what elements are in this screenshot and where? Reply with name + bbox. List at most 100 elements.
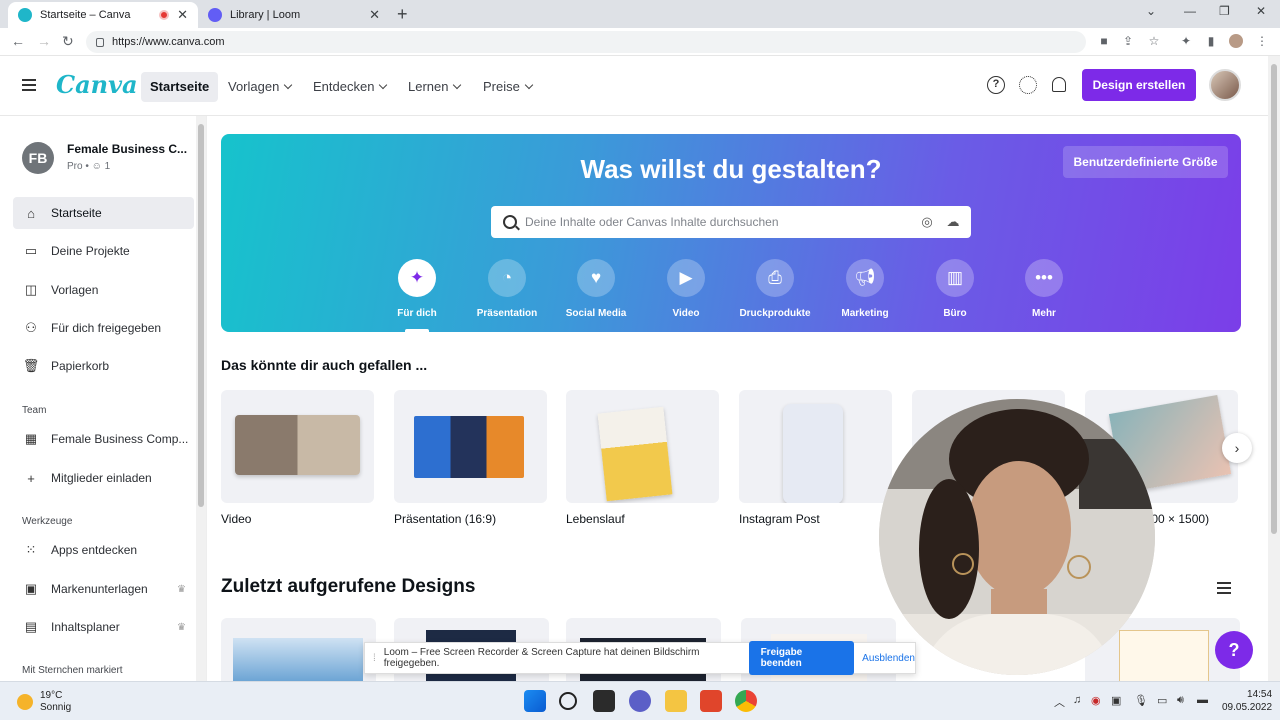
page-scrollbar[interactable] <box>1268 56 1280 681</box>
office-icon[interactable] <box>700 690 722 712</box>
hide-button[interactable]: Ausblenden <box>862 653 915 664</box>
tab-search-icon[interactable]: ⌄ <box>1146 4 1156 18</box>
reload-icon[interactable]: ↻ <box>62 33 74 50</box>
share-icon[interactable]: ⇪ <box>1121 34 1135 48</box>
camera-search-icon[interactable]: ◎ <box>919 215 935 229</box>
battery-icon[interactable]: ▬ <box>1197 694 1208 706</box>
category-label: Mehr <box>1032 308 1056 319</box>
suggestion-card-instagram[interactable] <box>739 390 892 503</box>
create-design-button[interactable]: Design erstellen <box>1082 69 1196 101</box>
teams-chat-icon[interactable] <box>629 690 651 712</box>
settings-gear-icon[interactable] <box>1019 76 1037 94</box>
tab-title: Library | Loom <box>230 9 301 21</box>
sidebar-item-invite[interactable]: + Mitglieder einladen <box>13 462 194 494</box>
crown-icon: ♛ <box>177 621 186 633</box>
new-tab-icon[interactable]: + <box>397 4 408 25</box>
team-avatar[interactable]: FB <box>22 142 54 174</box>
bookmark-star-icon[interactable]: ☆ <box>1147 34 1161 48</box>
sidebar-item-shared[interactable]: ⚇ Für dich freigegeben <box>13 312 194 344</box>
category-mehr[interactable]: ••• Mehr <box>999 259 1089 319</box>
sidebar-item-startseite[interactable]: ⌂ Startseite <box>13 197 194 229</box>
category-praesentation[interactable]: ◔ Präsentation <box>462 259 552 319</box>
category-video[interactable]: ▶ Video <box>641 259 731 319</box>
suggestion-card-resume[interactable] <box>566 390 719 503</box>
microphone-icon[interactable]: 🎙︎ <box>1134 694 1148 707</box>
suggestion-card-video[interactable] <box>221 390 374 503</box>
tab-loom[interactable]: Library | Loom ✕ <box>198 2 390 28</box>
scroll-thumb[interactable] <box>1271 64 1277 534</box>
carousel-next-button[interactable]: › <box>1222 433 1252 463</box>
display-icon[interactable]: ▭ <box>1157 694 1167 707</box>
start-windows-icon[interactable] <box>524 690 546 712</box>
nav-startseite[interactable]: Startseite <box>141 72 219 102</box>
search-icon[interactable] <box>559 692 577 710</box>
system-clock[interactable]: 14:54 09.05.2022 <box>1222 688 1272 714</box>
nav-vorlagen[interactable]: Vorlagen <box>219 72 300 102</box>
weather-widget[interactable]: 19°C Sonnig <box>17 690 71 714</box>
sidebar-item-apps[interactable]: ⁙ Apps entdecken <box>13 534 194 566</box>
webcam-bubble[interactable] <box>879 399 1155 675</box>
back-icon[interactable]: ← <box>11 33 25 49</box>
close-tab-icon[interactable]: ✕ <box>177 7 188 23</box>
chrome-icon[interactable] <box>735 690 757 712</box>
menu-kebab-icon[interactable]: ⋮ <box>1255 34 1269 48</box>
category-marketing[interactable]: 📢︎ Marketing <box>820 259 910 319</box>
file-explorer-icon[interactable] <box>665 690 687 712</box>
camera-icon[interactable]: ■ <box>1097 34 1111 48</box>
category-druckprodukte[interactable]: ⎙ Druckprodukte <box>730 259 820 319</box>
volume-icon[interactable]: 🔊︎ <box>1177 694 1184 707</box>
search-bar[interactable]: ◎ ☁ <box>491 206 971 238</box>
url-field[interactable]: https://www.canva.com <box>86 31 1086 53</box>
task-view-icon[interactable] <box>593 690 615 712</box>
category-fuer-dich[interactable]: ✦ Für dich <box>372 259 462 332</box>
sidebar-item-vorlagen[interactable]: ◫ Vorlagen <box>13 274 194 306</box>
sidepanel-icon[interactable]: ▮ <box>1204 34 1218 48</box>
hamburger-menu-icon[interactable] <box>22 79 36 91</box>
stop-sharing-button[interactable]: Freigabe beenden <box>748 641 855 675</box>
user-avatar[interactable] <box>1209 69 1241 101</box>
sidebar-item-projekte[interactable]: ▭ Deine Projekte <box>13 235 194 267</box>
minimize-icon[interactable]: — <box>1184 4 1196 18</box>
sidebar-item-trash[interactable]: 🗑︎ Papierkorb <box>13 350 194 382</box>
sidebar-scrollbar[interactable] <box>196 116 206 681</box>
tab-canva[interactable]: Startseite – Canva ✕ <box>8 2 198 28</box>
nav-label: Vorlagen <box>228 79 280 94</box>
sidebar-item-planner[interactable]: ▤ Inhaltsplaner ♛ <box>13 611 194 643</box>
nav-preise[interactable]: Preise <box>474 72 541 102</box>
category-buero[interactable]: ▥ Büro <box>910 259 1000 319</box>
maximize-icon[interactable]: ❐ <box>1219 4 1230 18</box>
custom-size-button[interactable]: Benutzerdefinierte Größe <box>1063 146 1228 178</box>
nav-entdecken[interactable]: Entdecken <box>304 72 395 102</box>
scroll-thumb[interactable] <box>198 124 204 507</box>
suggestion-card-presentation[interactable] <box>394 390 547 503</box>
search-input[interactable] <box>525 215 919 229</box>
sidebar-item-brand[interactable]: ▣ Markenunterlagen ♛ <box>13 573 194 605</box>
browser-tab-bar: Startseite – Canva ✕ Library | Loom ✕ + … <box>0 0 1280 28</box>
list-view-icon[interactable] <box>1217 582 1231 594</box>
profile-avatar[interactable] <box>1229 34 1243 48</box>
close-tab-icon[interactable]: ✕ <box>369 7 380 23</box>
help-icon[interactable]: ? <box>987 76 1005 94</box>
sidebar-item-label: Für dich freigegeben <box>51 321 162 335</box>
help-fab-button[interactable]: ? <box>1215 631 1253 669</box>
canva-logo[interactable]: Canva <box>56 70 138 99</box>
tray-loom-icon[interactable]: ◉ <box>1091 694 1101 707</box>
card-label: Lebenslauf <box>566 512 625 526</box>
chevron-down-icon <box>379 80 388 90</box>
close-window-icon[interactable]: ✕ <box>1256 4 1266 18</box>
category-social-media[interactable]: ♥ Social Media <box>551 259 641 319</box>
upload-cloud-icon[interactable]: ☁ <box>945 215 961 229</box>
nav-lernen[interactable]: Lernen <box>399 72 469 102</box>
tray-office-icon[interactable]: ▣ <box>1111 694 1121 707</box>
team-name[interactable]: Female Business C... <box>67 142 187 156</box>
forward-icon[interactable]: → <box>37 33 51 49</box>
drag-handle-icon[interactable]: ⁞ <box>373 653 376 664</box>
calendar-icon: ▤ <box>24 619 38 634</box>
extensions-icon[interactable]: ✦ <box>1179 34 1193 48</box>
notifications-bell-icon[interactable] <box>1052 77 1066 92</box>
sidebar-item-team[interactable]: ▦ Female Business Comp... <box>13 423 194 455</box>
tray-expand-icon[interactable]: ︿ <box>1054 694 1065 710</box>
recent-design-card[interactable] <box>221 618 376 681</box>
tray-audio-icon[interactable]: ♫ <box>1073 694 1081 706</box>
sun-icon <box>17 694 33 710</box>
